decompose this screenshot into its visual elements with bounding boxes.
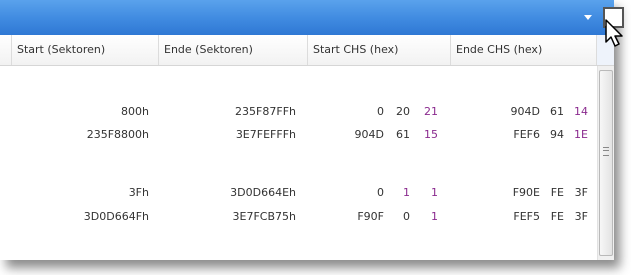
start-chs-head: 1 bbox=[403, 186, 410, 199]
end-chs-sector: 1E bbox=[574, 128, 588, 141]
start-chs-sector: 1 bbox=[431, 210, 438, 223]
start-chs-sector: 21 bbox=[424, 105, 438, 118]
end-chs-head: FE bbox=[550, 210, 564, 223]
end-chs-head: 94 bbox=[550, 128, 564, 141]
start-chs-head: 61 bbox=[396, 128, 410, 141]
start-chs-sector: 1 bbox=[431, 186, 438, 199]
column-header-start-chs[interactable]: Start CHS (hex) bbox=[308, 35, 451, 65]
end-chs-head: 61 bbox=[550, 105, 564, 118]
end-chs-sector: 3F bbox=[574, 210, 588, 223]
end-chs-cylinder: FEF5 bbox=[513, 210, 540, 223]
start-chs-cylinder: 0 bbox=[377, 186, 384, 199]
column-header-end-chs[interactable]: Ende CHS (hex) bbox=[451, 35, 597, 65]
start-chs-head: 0 bbox=[403, 210, 410, 223]
chevron-down-icon[interactable] bbox=[584, 15, 592, 20]
column-header: Start (Sektoren) Ende (Sektoren) Start C… bbox=[0, 35, 614, 66]
start-sectors-cell: 3Fh bbox=[128, 186, 149, 199]
start-chs-cylinder: F90F bbox=[357, 210, 384, 223]
end-chs-cylinder: F90E bbox=[512, 186, 540, 199]
end-chs-sector: 3F bbox=[574, 186, 588, 199]
end-sectors-cell: 235F87FFh bbox=[235, 105, 296, 118]
column-header-start-sectors[interactable]: Start (Sektoren) bbox=[12, 35, 159, 65]
end-chs-cylinder: 904D bbox=[510, 105, 540, 118]
vertical-scrollbar[interactable] bbox=[597, 66, 614, 260]
partition-table-window: Start (Sektoren) Ende (Sektoren) Start C… bbox=[0, 0, 614, 260]
end-sectors-cell: 3D0D664Eh bbox=[230, 186, 296, 199]
column-header-end-sectors[interactable]: Ende (Sektoren) bbox=[159, 35, 308, 65]
start-chs-cylinder: 904D bbox=[354, 128, 384, 141]
column-header-leading bbox=[0, 35, 12, 65]
start-sectors-cell: 800h bbox=[121, 105, 149, 118]
end-sectors-cell: 3E7FCB75h bbox=[232, 210, 296, 223]
start-chs-sector: 15 bbox=[424, 128, 438, 141]
scrollbar-thumb[interactable] bbox=[599, 70, 613, 256]
start-chs-cylinder: 0 bbox=[377, 105, 384, 118]
start-chs-head: 20 bbox=[396, 105, 410, 118]
mouse-pointer-icon bbox=[605, 19, 623, 47]
start-sectors-cell: 235F8800h bbox=[86, 128, 149, 141]
end-sectors-cell: 3E7FEFFFh bbox=[235, 128, 296, 141]
end-chs-head: FE bbox=[550, 186, 564, 199]
end-chs-sector: 14 bbox=[574, 105, 588, 118]
start-sectors-cell: 3D0D664Fh bbox=[83, 210, 149, 223]
title-bar bbox=[0, 0, 614, 35]
scrollbar-grip-icon bbox=[603, 147, 609, 156]
end-chs-cylinder: FEF6 bbox=[513, 128, 540, 141]
